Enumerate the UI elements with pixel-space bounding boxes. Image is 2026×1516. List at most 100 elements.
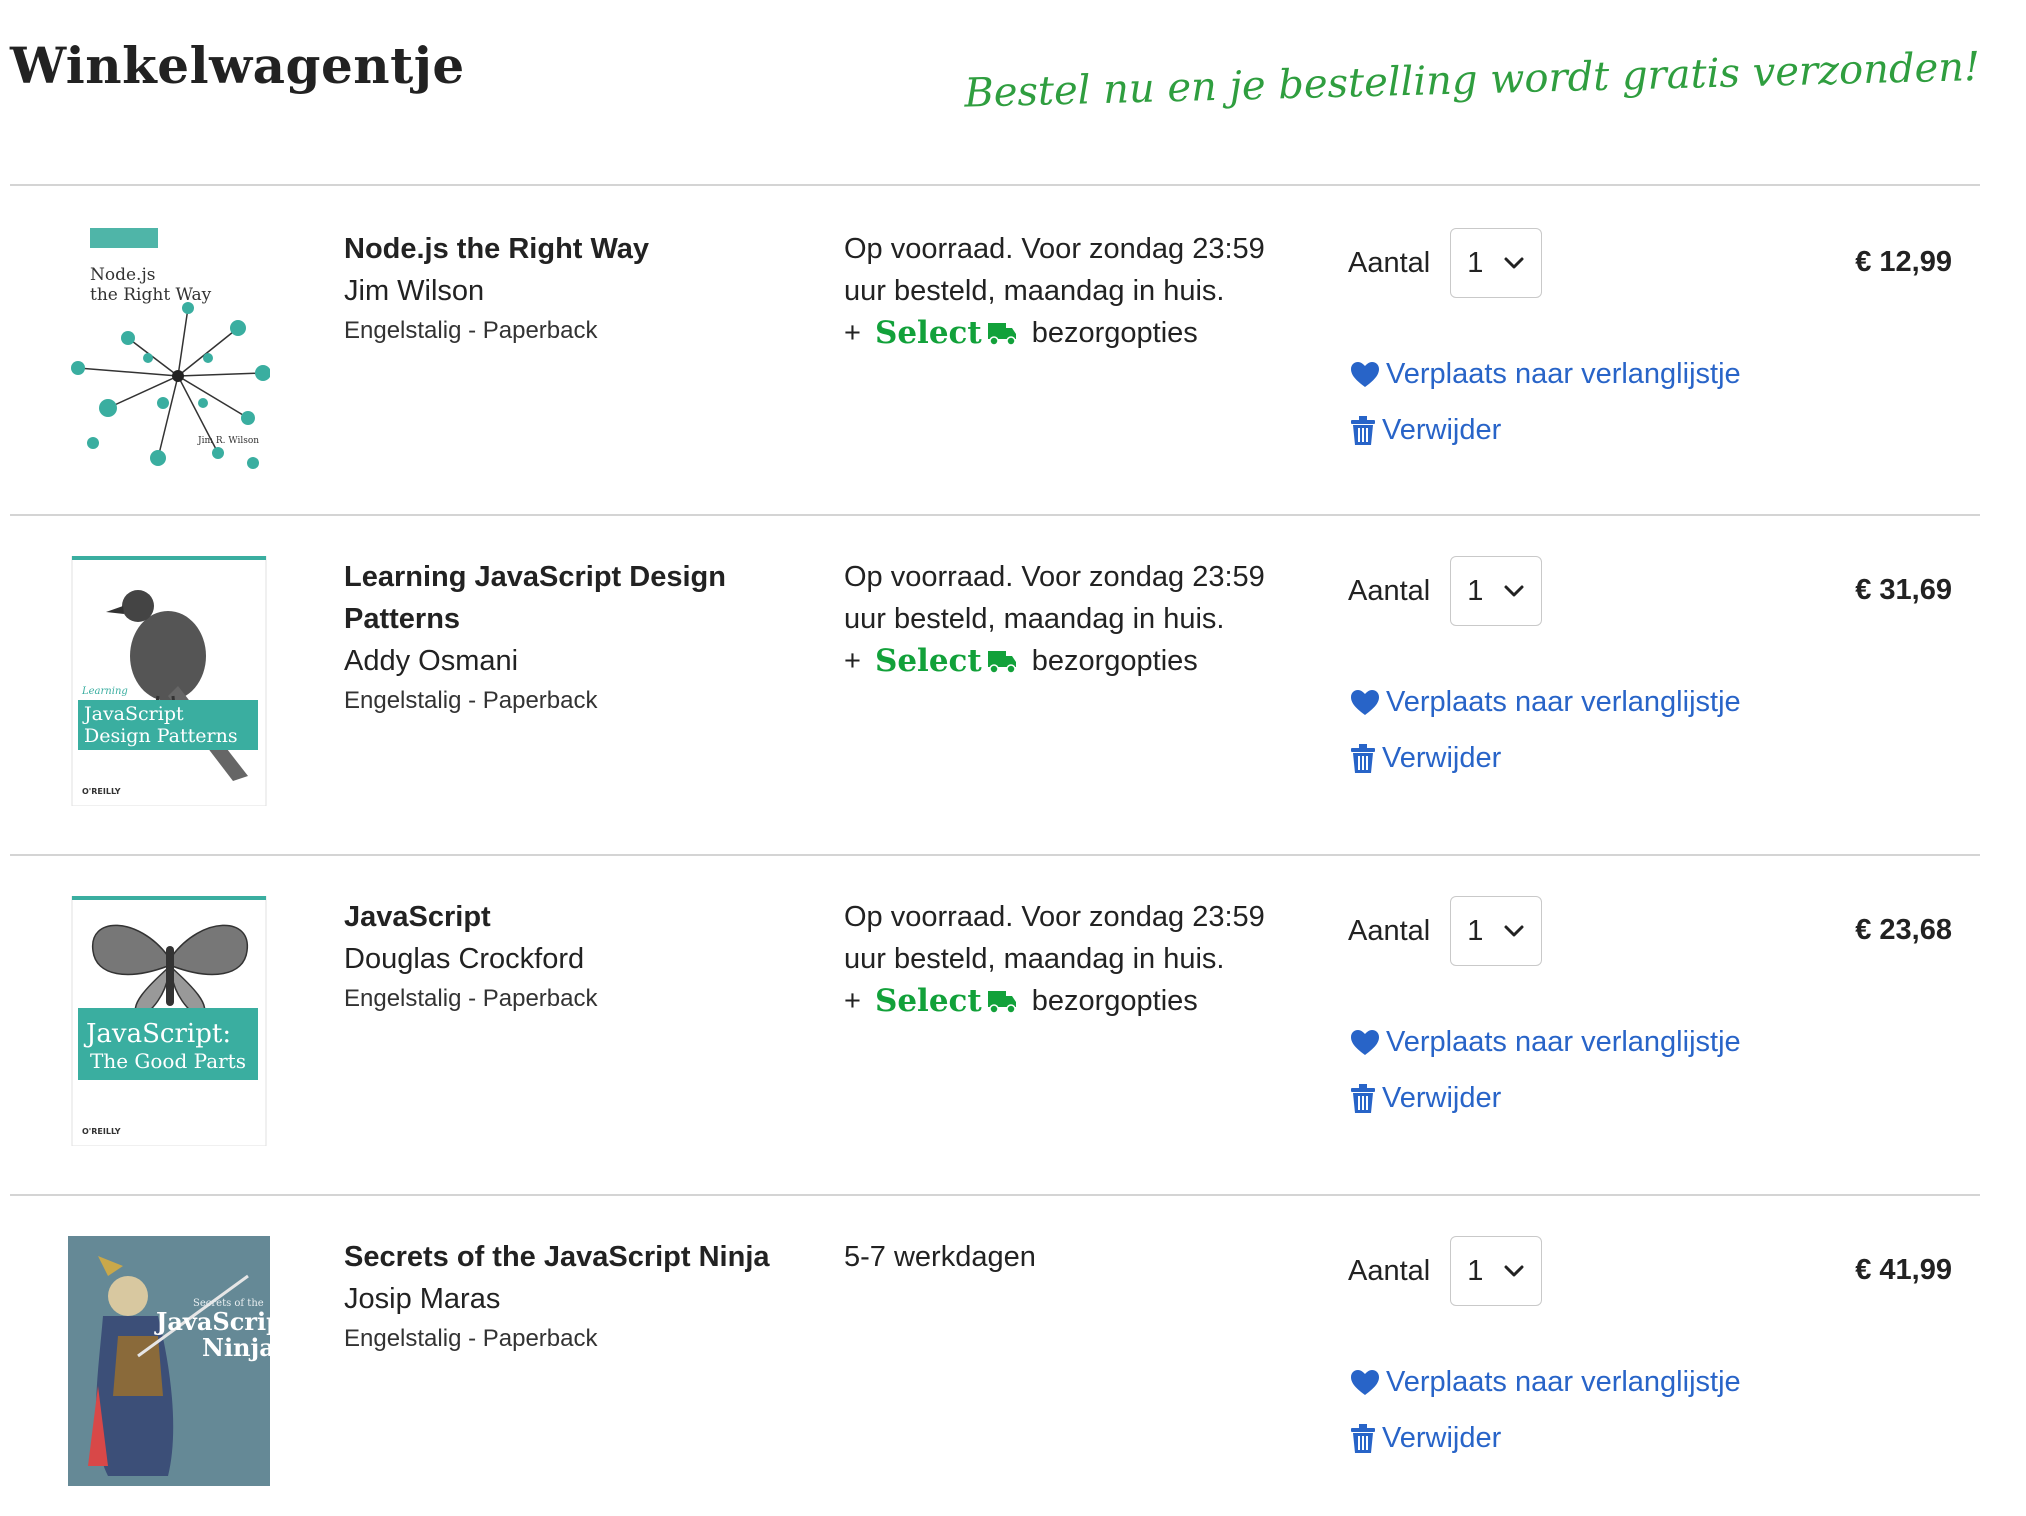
trash-icon bbox=[1351, 1083, 1375, 1113]
quantity-select[interactable]: 1 bbox=[1450, 228, 1543, 298]
book-author[interactable]: Jim Wilson bbox=[344, 270, 814, 312]
quantity-control: Aantal 1 bbox=[1348, 228, 1543, 298]
book-cover-nodejs: Node.js the Right Way Jim R. Wilson bbox=[68, 228, 270, 478]
quantity-value: 1 bbox=[1467, 574, 1484, 607]
heart-icon bbox=[1351, 689, 1379, 715]
move-to-wishlist-link[interactable]: Verplaats naar verlanglijstje bbox=[1350, 1366, 1741, 1399]
book-author[interactable]: Douglas Crockford bbox=[344, 938, 814, 980]
delivery-info: Op voorraad. Voor zondag 23:59 uur beste… bbox=[844, 228, 1294, 354]
select-delivery-options[interactable]: + Select bezorgopties bbox=[844, 312, 1294, 354]
book-cover-good-parts: JavaScript: The Good Parts O'REILLY bbox=[71, 896, 267, 1146]
quantity-control: Aantal 1 bbox=[1348, 896, 1543, 966]
free-shipping-promo: Bestel nu en je bestelling wordt gratis … bbox=[963, 44, 1981, 117]
remove-link[interactable]: Verwijder bbox=[1350, 414, 1501, 447]
quantity-label: Aantal bbox=[1348, 574, 1431, 607]
book-info: JavaScript Douglas Crockford Engelstalig… bbox=[344, 896, 814, 1018]
delivery-info: Op voorraad. Voor zondag 23:59 uur beste… bbox=[844, 556, 1294, 682]
wishlist-label: Verplaats naar verlanglijstje bbox=[1386, 686, 1741, 718]
book-author[interactable]: Addy Osmani bbox=[344, 640, 814, 682]
chevron-down-icon bbox=[1504, 257, 1524, 269]
wishlist-label: Verplaats naar verlanglijstje bbox=[1386, 358, 1741, 390]
quantity-label: Aantal bbox=[1348, 1254, 1431, 1287]
cover-title-2: Design Patterns bbox=[84, 725, 238, 747]
book-cover-image[interactable]: Learning JavaScript Design Patterns O'RE… bbox=[68, 556, 270, 806]
move-to-wishlist-link[interactable]: Verplaats naar verlanglijstje bbox=[1350, 1026, 1741, 1059]
book-title[interactable]: Learning JavaScript Design Patterns bbox=[344, 556, 814, 640]
book-author[interactable]: Josip Maras bbox=[344, 1278, 814, 1320]
quantity-select[interactable]: 1 bbox=[1450, 556, 1543, 626]
cover-publisher: O'REILLY bbox=[82, 787, 121, 796]
select-brand-logo: Select bbox=[874, 315, 982, 351]
remove-label: Verwijder bbox=[1382, 1422, 1502, 1454]
heart-icon bbox=[1351, 1369, 1379, 1395]
cart-item: JavaScript: The Good Parts O'REILLY Java… bbox=[10, 856, 1980, 1194]
cover-title-1: JavaScript: bbox=[83, 1019, 231, 1049]
select-suffix: bezorgopties bbox=[1031, 985, 1198, 1017]
book-format: Engelstalig - Paperback bbox=[344, 1325, 598, 1352]
book-cover-image[interactable]: JavaScript: The Good Parts O'REILLY bbox=[68, 896, 270, 1146]
remove-label: Verwijder bbox=[1382, 742, 1502, 774]
wishlist-label: Verplaats naar verlanglijstje bbox=[1386, 1026, 1741, 1058]
delivery-info: 5-7 werkdagen bbox=[844, 1236, 1294, 1278]
wishlist-label: Verplaats naar verlanglijstje bbox=[1386, 1366, 1741, 1398]
book-format: Engelstalig - Paperback bbox=[344, 317, 598, 344]
book-title[interactable]: Secrets of the JavaScript Ninja bbox=[344, 1236, 814, 1278]
truck-icon bbox=[987, 991, 1016, 1014]
select-plus: + bbox=[844, 645, 861, 677]
cover-title-1: JavaScript bbox=[82, 703, 184, 725]
quantity-value: 1 bbox=[1467, 246, 1484, 279]
book-format: Engelstalig - Paperback bbox=[344, 985, 598, 1012]
book-format: Engelstalig - Paperback bbox=[344, 687, 598, 714]
truck-icon bbox=[987, 323, 1016, 346]
select-plus: + bbox=[844, 985, 861, 1017]
cover-author: Jim R. Wilson bbox=[197, 436, 259, 446]
book-info: Secrets of the JavaScript Ninja Josip Ma… bbox=[344, 1236, 814, 1358]
item-price: € 23,68 bbox=[1855, 914, 1952, 946]
book-info: Node.js the Right Way Jim Wilson Engelst… bbox=[344, 228, 814, 350]
select-delivery-options[interactable]: + Select bezorgopties bbox=[844, 640, 1294, 682]
cart-item: Secrets of the JavaScript Ninja Secrets … bbox=[10, 1196, 1980, 1516]
select-suffix: bezorgopties bbox=[1031, 317, 1198, 349]
item-price: € 12,99 bbox=[1855, 246, 1952, 278]
quantity-control: Aantal 1 bbox=[1348, 1236, 1543, 1306]
quantity-value: 1 bbox=[1467, 1254, 1484, 1287]
quantity-select[interactable]: 1 bbox=[1450, 896, 1543, 966]
cover-title-1: Node.js bbox=[90, 265, 155, 285]
availability-text: 5-7 werkdagen bbox=[844, 1241, 1036, 1273]
remove-link[interactable]: Verwijder bbox=[1350, 1422, 1501, 1455]
book-info: Learning JavaScript Design Patterns Addy… bbox=[344, 556, 814, 720]
chevron-down-icon bbox=[1504, 585, 1524, 597]
move-to-wishlist-link[interactable]: Verplaats naar verlanglijstje bbox=[1350, 686, 1741, 719]
move-to-wishlist-link[interactable]: Verplaats naar verlanglijstje bbox=[1350, 358, 1741, 391]
cart-item: Node.js the Right Way Jim R. Wilson Node… bbox=[10, 186, 1980, 514]
select-delivery-options[interactable]: + Select bezorgopties bbox=[844, 980, 1294, 1022]
cover-title-2: The Good Parts bbox=[90, 1049, 246, 1073]
select-brand-logo: Select bbox=[874, 643, 982, 679]
cover-prefix: Learning bbox=[81, 686, 128, 697]
quantity-label: Aantal bbox=[1348, 914, 1431, 947]
item-price: € 31,69 bbox=[1855, 574, 1952, 606]
book-cover-image[interactable]: Secrets of the JavaScript Ninja bbox=[68, 1236, 270, 1486]
book-title[interactable]: Node.js the Right Way bbox=[344, 228, 814, 270]
page-title: Winkelwagentje bbox=[10, 36, 465, 95]
availability-text: Op voorraad. Voor zondag 23:59 uur beste… bbox=[844, 233, 1265, 307]
trash-icon bbox=[1351, 415, 1375, 445]
cover-title-1: JavaScript bbox=[154, 1307, 270, 1336]
quantity-label: Aantal bbox=[1348, 246, 1431, 279]
cover-title-2: Ninja bbox=[202, 1333, 270, 1362]
remove-label: Verwijder bbox=[1382, 414, 1502, 446]
select-brand-logo: Select bbox=[874, 983, 982, 1019]
quantity-value: 1 bbox=[1467, 914, 1484, 947]
book-cover-image[interactable]: Node.js the Right Way Jim R. Wilson bbox=[68, 228, 270, 478]
remove-link[interactable]: Verwijder bbox=[1350, 742, 1501, 775]
item-price: € 41,99 bbox=[1855, 1254, 1952, 1286]
chevron-down-icon bbox=[1504, 1265, 1524, 1277]
trash-icon bbox=[1351, 743, 1375, 773]
truck-icon bbox=[987, 651, 1016, 674]
book-title[interactable]: JavaScript bbox=[344, 896, 814, 938]
select-plus: + bbox=[844, 317, 861, 349]
quantity-select[interactable]: 1 bbox=[1450, 1236, 1543, 1306]
cover-title-2: the Right Way bbox=[90, 285, 212, 305]
select-suffix: bezorgopties bbox=[1031, 645, 1198, 677]
remove-link[interactable]: Verwijder bbox=[1350, 1082, 1501, 1115]
